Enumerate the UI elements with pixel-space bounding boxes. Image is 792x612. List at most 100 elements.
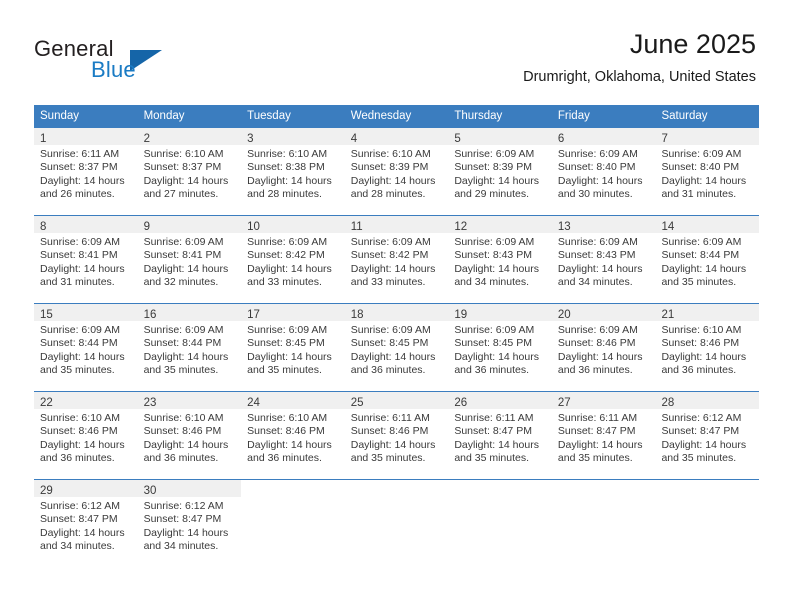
day-number: 30: [143, 485, 157, 497]
daylight-duration-line1: Daylight: 14 hours: [454, 350, 539, 363]
calendar-day-cell[interactable]: 30 Sunrise: 6:12 AM Sunset: 8:47 PM Dayligh…: [137, 480, 242, 567]
sunset-time: Sunset: 8:44 PM: [143, 337, 222, 350]
day-number-band: [655, 480, 759, 497]
day-number: 17: [247, 309, 260, 321]
sunrise-time: Sunrise: 6:10 AM: [247, 148, 328, 160]
day-number: 11: [350, 221, 363, 233]
calendar-day-cell[interactable]: 10 Sunrise: 6:09 AM Sunset: 8:42 PM Dayligh…: [241, 216, 345, 303]
day-sun-info: Sunrise: 6:10 AM Sunset: 8:46 PM Daylight:…: [655, 321, 759, 377]
calendar-day-cell[interactable]: 24 Sunrise: 6:10 AM Sunset: 8:46 PM Dayligh…: [241, 392, 345, 479]
calendar-day-cell[interactable]: 15 Sunrise: 6:09 AM Sunset: 8:44 PM Dayligh…: [34, 304, 138, 391]
calendar-day-cell[interactable]: 5 Sunrise: 6:09 AM Sunset: 8:39 PM Daylight…: [448, 128, 552, 215]
sunset-time: Sunset: 8:46 PM: [557, 337, 636, 350]
day-sun-info: Sunrise: 6:10 AM Sunset: 8:46 PM Daylight:…: [34, 409, 138, 465]
calendar-day-cell[interactable]: 25 Sunrise: 6:11 AM Sunset: 8:46 PM Dayligh…: [344, 392, 449, 479]
sunrise-time: Sunrise: 6:09 AM: [454, 148, 535, 160]
sunset-time: Sunset: 8:45 PM: [454, 337, 532, 350]
day-number: 25: [350, 397, 364, 409]
calendar-empty-cell: [241, 480, 345, 567]
day-sun-info: Sunrise: 6:09 AM Sunset: 8:46 PM Daylight:…: [552, 321, 656, 377]
sunset-time: Sunset: 8:46 PM: [247, 425, 325, 438]
calendar-grid: Sunday Monday Tuesday Wednesday Thursday…: [34, 105, 760, 567]
calendar-day-cell[interactable]: 11 Sunrise: 6:09 AM Sunset: 8:42 PM Dayligh…: [344, 216, 449, 303]
daylight-duration-line1: Daylight: 14 hours: [350, 174, 436, 187]
day-number-band: 1: [34, 128, 138, 145]
daylight-duration-line2: and 29 minutes.: [454, 187, 530, 200]
daylight-duration-line1: Daylight: 14 hours: [247, 350, 332, 363]
sunrise-time: Sunrise: 6:09 AM: [247, 324, 328, 336]
daylight-duration-line1: Daylight: 14 hours: [557, 174, 643, 187]
sunset-time: Sunset: 8:45 PM: [350, 337, 429, 350]
calendar-day-cell[interactable]: 13 Sunrise: 6:09 AM Sunset: 8:43 PM Dayligh…: [551, 216, 656, 303]
daylight-duration-line2: and 33 minutes.: [247, 275, 322, 288]
daylight-duration-line2: and 32 minutes.: [143, 275, 219, 288]
calendar-day-cell[interactable]: 12 Sunrise: 6:09 AM Sunset: 8:43 PM Dayligh…: [448, 216, 552, 303]
daylight-duration-line1: Daylight: 14 hours: [40, 526, 125, 539]
calendar-day-cell[interactable]: 29 Sunrise: 6:12 AM Sunset: 8:47 PM Dayligh…: [34, 480, 138, 567]
daylight-duration-line2: and 31 minutes.: [40, 275, 115, 288]
daylight-duration-line1: Daylight: 14 hours: [661, 350, 747, 363]
day-sun-info: Sunrise: 6:11 AM Sunset: 8:47 PM Daylight:…: [448, 409, 552, 465]
calendar-day-cell[interactable]: 6 Sunrise: 6:09 AM Sunset: 8:40 PM Daylight…: [551, 128, 656, 215]
day-number-band: 23: [137, 392, 242, 409]
calendar-empty-cell: [448, 480, 552, 567]
calendar-day-cell[interactable]: 1 Sunrise: 6:11 AM Sunset: 8:37 PM Daylight…: [34, 128, 138, 215]
calendar-day-cell[interactable]: 21 Sunrise: 6:10 AM Sunset: 8:46 PM Dayligh…: [655, 304, 760, 391]
sunset-time: Sunset: 8:44 PM: [40, 337, 118, 350]
calendar-day-cell[interactable]: 8 Sunrise: 6:09 AM Sunset: 8:41 PM Daylight…: [34, 216, 138, 303]
sunrise-time: Sunrise: 6:09 AM: [661, 148, 742, 160]
weekday-header-saturday: Saturday: [661, 110, 708, 122]
daylight-duration-line1: Daylight: 14 hours: [350, 350, 436, 363]
daylight-duration-line2: and 35 minutes.: [143, 363, 219, 376]
day-number: 20: [557, 309, 571, 321]
sunrise-time: Sunrise: 6:09 AM: [557, 324, 638, 336]
calendar-day-cell[interactable]: 23 Sunrise: 6:10 AM Sunset: 8:46 PM Dayligh…: [137, 392, 242, 479]
day-number-band: 28: [655, 392, 760, 409]
day-sun-info: Sunrise: 6:09 AM Sunset: 8:42 PM Daylight:…: [241, 233, 345, 289]
daylight-duration-line1: Daylight: 14 hours: [557, 262, 643, 275]
calendar-day-cell[interactable]: 26 Sunrise: 6:11 AM Sunset: 8:47 PM Dayligh…: [448, 392, 552, 479]
calendar-week-row: 8 Sunrise: 6:09 AM Sunset: 8:41 PM Daylight…: [34, 215, 760, 303]
calendar-day-cell[interactable]: 16 Sunrise: 6:09 AM Sunset: 8:44 PM Dayligh…: [137, 304, 242, 391]
sunrise-time: Sunrise: 6:09 AM: [557, 236, 638, 248]
sunset-time: Sunset: 8:43 PM: [557, 249, 636, 262]
day-sun-info: Sunrise: 6:10 AM Sunset: 8:46 PM Daylight:…: [241, 409, 345, 465]
daylight-duration-line2: and 36 minutes.: [40, 451, 115, 464]
day-sun-info: Sunrise: 6:09 AM Sunset: 8:44 PM Daylight:…: [655, 233, 759, 289]
day-number: 7: [661, 133, 668, 145]
calendar-day-cell[interactable]: 27 Sunrise: 6:11 AM Sunset: 8:47 PM Dayligh…: [551, 392, 656, 479]
sunrise-time: Sunrise: 6:10 AM: [661, 324, 742, 336]
calendar-day-cell[interactable]: 9 Sunrise: 6:09 AM Sunset: 8:41 PM Daylight…: [137, 216, 242, 303]
sunrise-time: Sunrise: 6:09 AM: [454, 236, 535, 248]
sunset-time: Sunset: 8:46 PM: [350, 425, 429, 438]
daylight-duration-line2: and 34 minutes.: [40, 539, 115, 552]
sunset-time: Sunset: 8:47 PM: [40, 513, 118, 526]
calendar-day-cell[interactable]: 7 Sunrise: 6:09 AM Sunset: 8:40 PM Daylight…: [655, 128, 760, 215]
day-sun-info: Sunrise: 6:09 AM Sunset: 8:40 PM Daylight:…: [655, 145, 759, 201]
calendar-day-cell[interactable]: 14 Sunrise: 6:09 AM Sunset: 8:44 PM Dayligh…: [655, 216, 760, 303]
calendar-day-cell[interactable]: 20 Sunrise: 6:09 AM Sunset: 8:46 PM Dayligh…: [551, 304, 656, 391]
calendar-day-cell[interactable]: 19 Sunrise: 6:09 AM Sunset: 8:45 PM Dayligh…: [448, 304, 552, 391]
daylight-duration-line1: Daylight: 14 hours: [40, 262, 125, 275]
day-number: 26: [454, 397, 468, 409]
calendar-day-cell[interactable]: 22 Sunrise: 6:10 AM Sunset: 8:46 PM Dayligh…: [34, 392, 138, 479]
day-number: 16: [143, 309, 157, 321]
general-blue-logo[interactable]: General Blue: [34, 36, 244, 88]
page-title: June 2025: [629, 29, 756, 59]
sunrise-time: Sunrise: 6:09 AM: [247, 236, 328, 248]
calendar-day-cell[interactable]: 28 Sunrise: 6:12 AM Sunset: 8:47 PM Dayligh…: [655, 392, 760, 479]
day-number: 18: [350, 309, 364, 321]
day-number: 5: [454, 133, 461, 145]
calendar-day-cell[interactable]: 17 Sunrise: 6:09 AM Sunset: 8:45 PM Dayligh…: [241, 304, 345, 391]
calendar-day-cell[interactable]: 18 Sunrise: 6:09 AM Sunset: 8:45 PM Dayligh…: [344, 304, 449, 391]
sunrise-time: Sunrise: 6:10 AM: [247, 412, 328, 424]
day-number-band: [552, 480, 656, 497]
calendar-day-cell[interactable]: 4 Sunrise: 6:10 AM Sunset: 8:39 PM Daylight…: [344, 128, 449, 215]
day-sun-info: Sunrise: 6:09 AM Sunset: 8:44 PM Daylight:…: [34, 321, 138, 377]
sunrise-time: Sunrise: 6:11 AM: [40, 148, 120, 160]
day-number-band: 19: [448, 304, 552, 321]
calendar-day-cell[interactable]: 3 Sunrise: 6:10 AM Sunset: 8:38 PM Daylight…: [241, 128, 345, 215]
page-header: General Blue June 2025 Drumright, Oklaho…: [0, 0, 792, 100]
calendar-day-cell[interactable]: 2 Sunrise: 6:10 AM Sunset: 8:37 PM Daylight…: [137, 128, 242, 215]
day-number: 15: [40, 309, 53, 321]
